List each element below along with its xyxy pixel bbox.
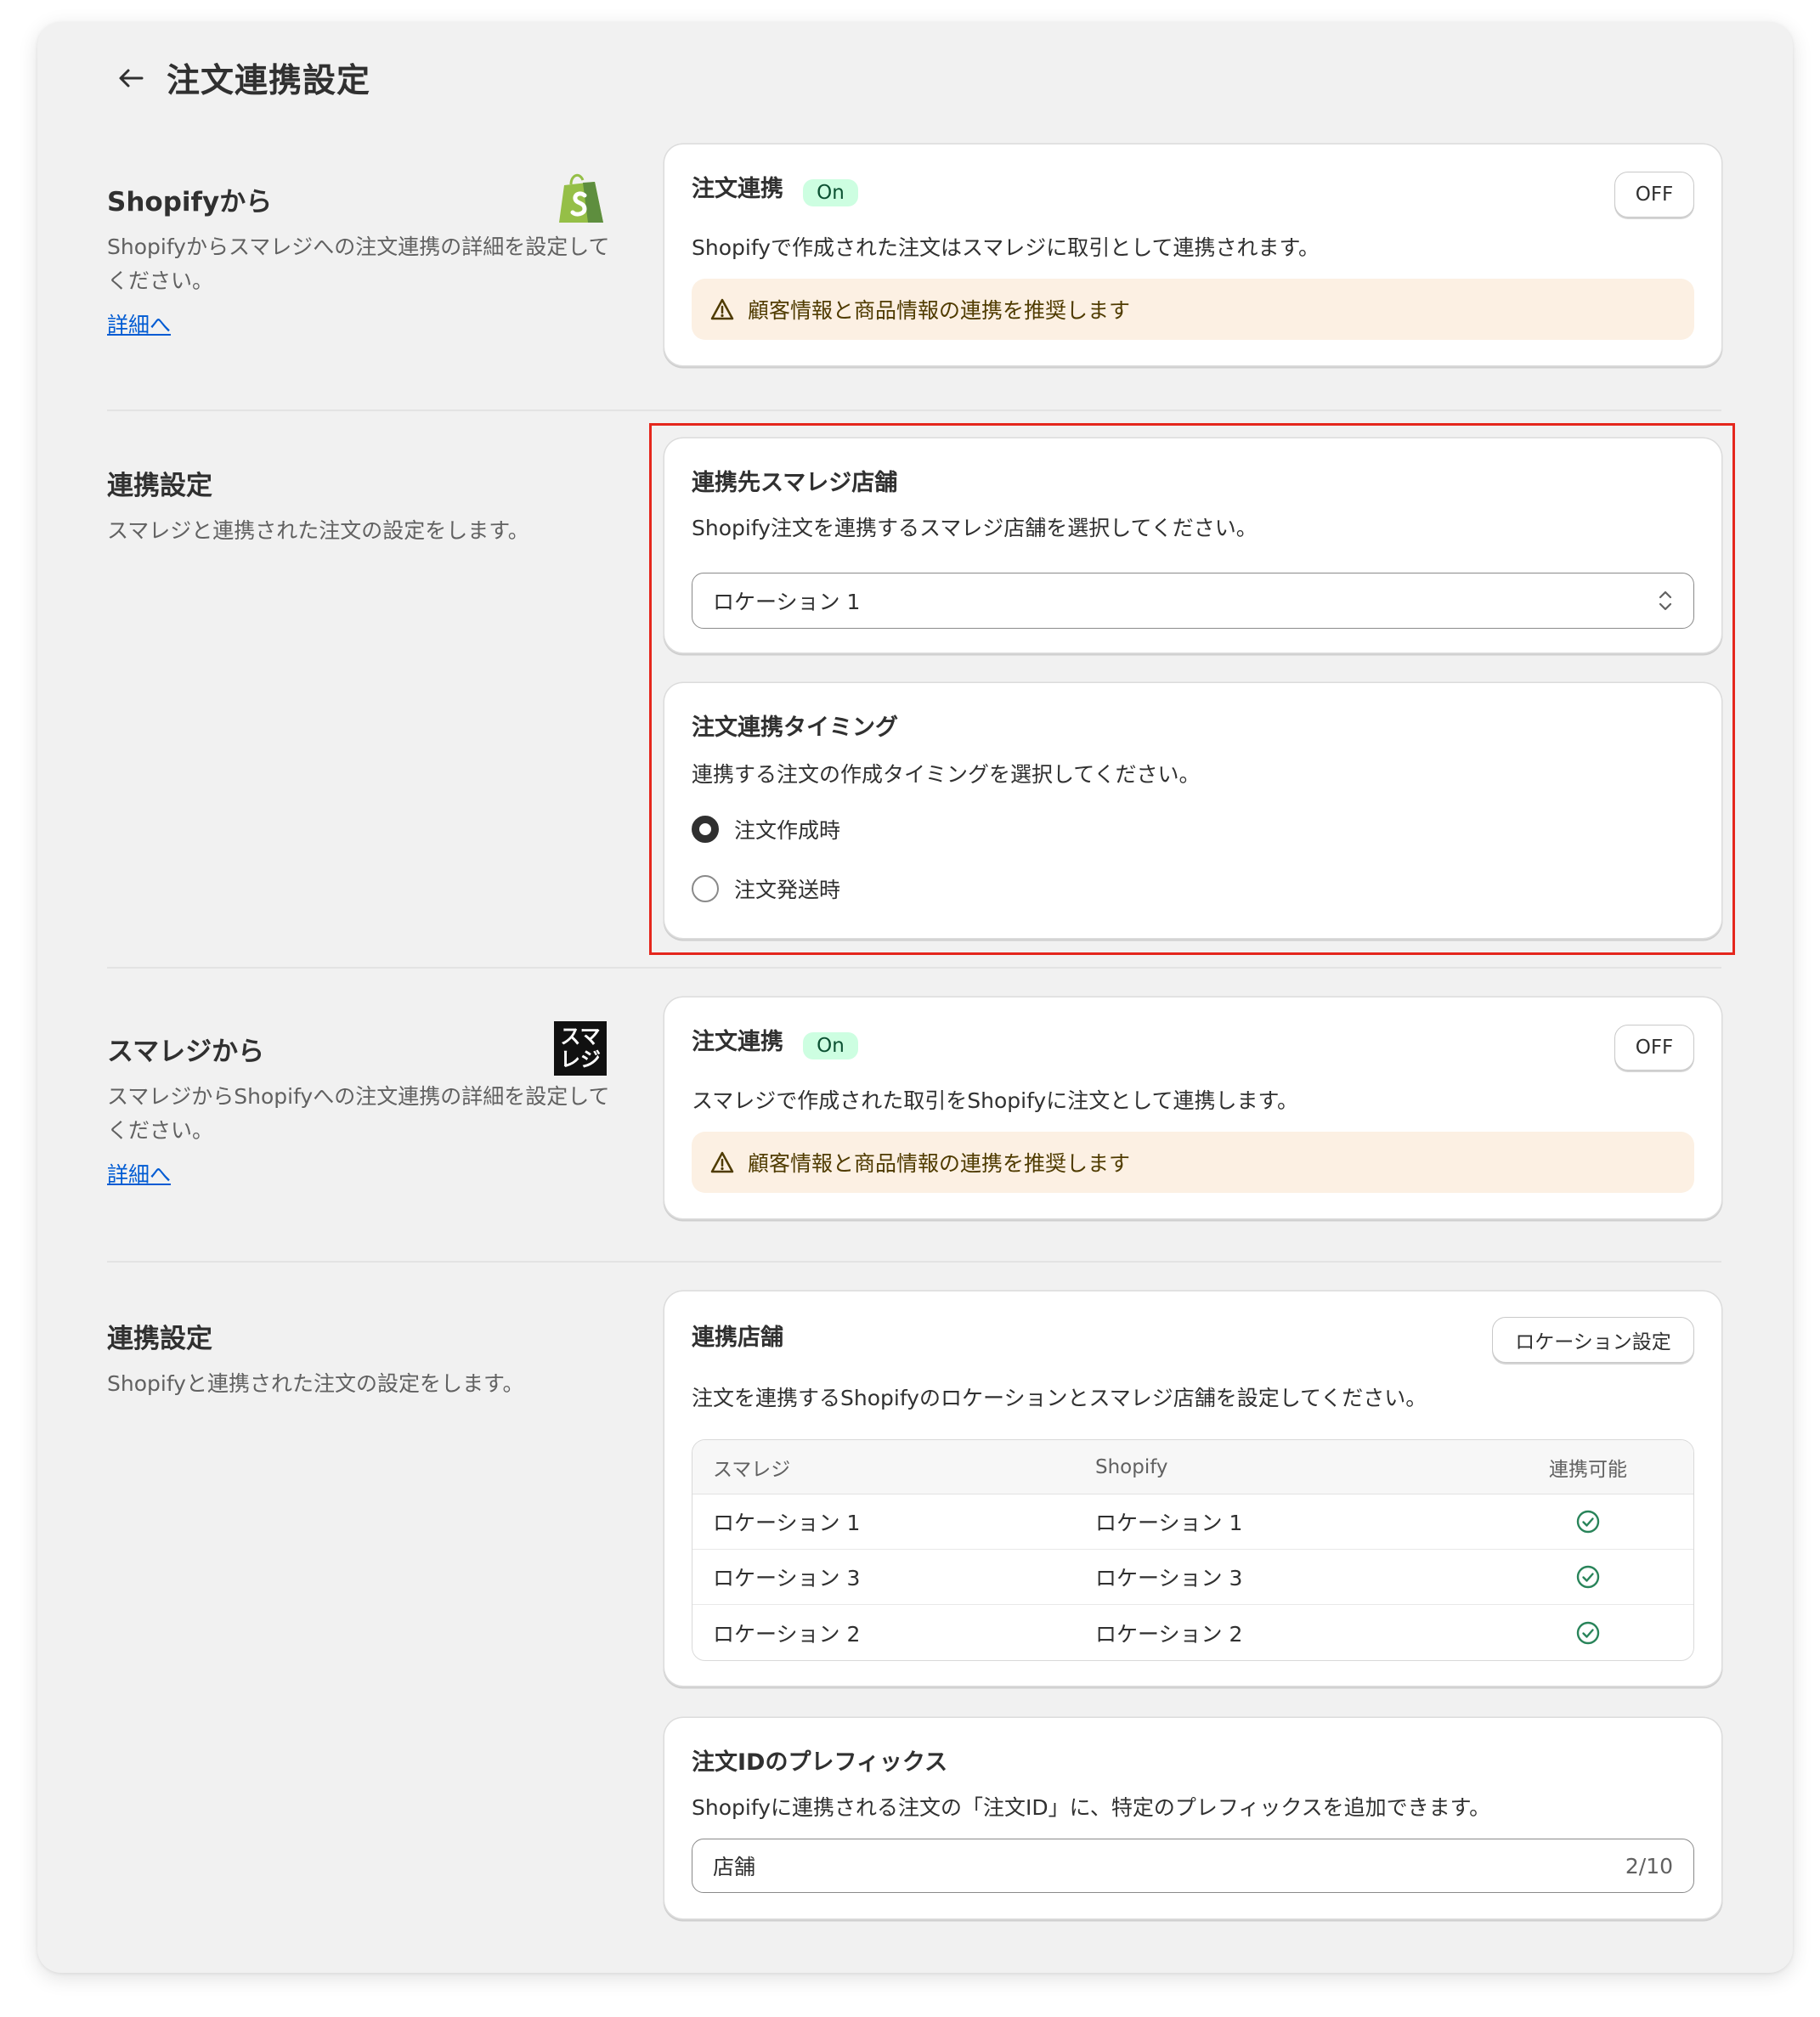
table-cell: ロケーション 3 <box>713 1566 861 1590</box>
section-title: Shopifyから <box>107 187 273 218</box>
column-header: スマレジ <box>713 1458 791 1481</box>
back-arrow-icon[interactable] <box>116 63 146 93</box>
divider <box>107 410 1721 411</box>
logo-text: スマレジ <box>560 1025 601 1071</box>
divider <box>107 1261 1721 1263</box>
select-value: ロケーション 1 <box>713 590 861 614</box>
check-circle-icon <box>1483 1509 1693 1534</box>
table-row: ロケーション 1 ロケーション 1 <box>692 1494 1693 1550</box>
check-circle-icon <box>1483 1564 1693 1590</box>
column-header: Shopify <box>1095 1455 1168 1478</box>
warning-icon <box>710 298 734 320</box>
card-description: Shopifyに連携される注文の「注文ID」に、特定のプレフィックスを追加できま… <box>692 1795 1491 1820</box>
table-row: ロケーション 2 ロケーション 2 <box>692 1605 1693 1660</box>
card-title: 注文連携タイミング <box>692 715 898 741</box>
table-cell: ロケーション 1 <box>713 1511 861 1535</box>
table-cell: ロケーション 2 <box>713 1621 861 1647</box>
section-title: 連携設定 <box>107 471 212 501</box>
card-title: 注文IDのプレフィックス <box>692 1749 948 1776</box>
character-counter: 2/10 <box>1625 1853 1673 1879</box>
input-value: 店舗 <box>713 1855 756 1879</box>
status-badge: On <box>803 1031 858 1059</box>
warning-banner: 顧客情報と商品情報の連携を推奨します <box>692 279 1694 340</box>
chevron-up-down-icon <box>1659 590 1672 611</box>
smaregi-section-label: スマレジから スマレジからShopifyへの注文連携の詳細を設定してください。 … <box>107 1030 617 1189</box>
card-title: 注文連携 <box>692 176 783 202</box>
off-button[interactable]: OFF <box>1614 1025 1694 1071</box>
section-description: スマレジと連携された注文の設定をします。 <box>107 518 529 543</box>
store-select[interactable]: ロケーション 1 <box>692 573 1694 629</box>
off-button[interactable]: OFF <box>1614 172 1694 218</box>
column-header: 連携可能 <box>1549 1458 1627 1481</box>
card-description: 連携する注文の作成タイミングを選択してください。 <box>692 762 1201 787</box>
card-title: 連携先スマレジ店舗 <box>692 470 898 496</box>
radio-checked[interactable] <box>692 816 719 843</box>
location-table: スマレジ Shopify 連携可能 ロケーション 1 ロケーション 1 ロケーシ… <box>692 1439 1694 1661</box>
details-link[interactable]: 詳細へ <box>107 1158 171 1189</box>
card-description: スマレジで作成された取引をShopifyに注文として連携します。 <box>692 1088 1298 1113</box>
table-cell: ロケーション 3 <box>1095 1566 1243 1590</box>
shopify-section-label: Shopifyから Shopifyからスマレジへの注文連携の詳細を設定してくださ… <box>107 180 617 339</box>
location-settings-button[interactable]: ロケーション設定 <box>1492 1317 1694 1363</box>
warning-banner: 顧客情報と商品情報の連携を推奨します <box>692 1132 1694 1193</box>
warning-text: 顧客情報と商品情報の連携を推奨します <box>748 298 1131 323</box>
table-cell: ロケーション 1 <box>1095 1511 1243 1535</box>
card-title: 連携店舗 <box>692 1325 783 1351</box>
smaregi-order-sync-card: 注文連携 On OFF スマレジで作成された取引をShopifyに注文として連携… <box>664 997 1721 1218</box>
table-header: スマレジ Shopify 連携可能 <box>692 1440 1693 1494</box>
settings-section-2-label: 連携設定 Shopifyと連携された注文の設定をします。 <box>107 1317 617 1401</box>
details-link[interactable]: 詳細へ <box>107 308 171 339</box>
section-description: Shopifyと連携された注文の設定をします。 <box>107 1371 524 1396</box>
card-description: Shopify注文を連携するスマレジ店舗を選択してください。 <box>692 516 1258 540</box>
order-id-prefix-card: 注文IDのプレフィックス Shopifyに連携される注文の「注文ID」に、特定の… <box>664 1718 1721 1918</box>
section-title: スマレジから <box>107 1037 265 1067</box>
page-header: 注文連携設定 <box>116 53 370 104</box>
store-select-card: 連携先スマレジ店舗 Shopify注文を連携するスマレジ店舗を選択してください。… <box>664 438 1721 653</box>
prefix-input[interactable]: 店舗 2/10 <box>692 1839 1694 1893</box>
section-description: Shopifyからスマレジへの注文連携の詳細を設定してください。 <box>107 234 610 293</box>
smaregi-logo-icon: スマレジ <box>554 1021 607 1076</box>
divider <box>107 967 1721 969</box>
warning-icon <box>710 1151 734 1173</box>
radio-label: 注文作成時 <box>734 818 841 843</box>
page-title: 注文連携設定 <box>167 62 371 100</box>
warning-text: 顧客情報と商品情報の連携を推奨します <box>748 1151 1131 1176</box>
card-description: Shopifyで作成された注文はスマレジに取引として連携されます。 <box>692 235 1320 260</box>
radio-unchecked[interactable] <box>692 875 719 902</box>
shopify-order-sync-card: 注文連携 On OFF Shopifyで作成された注文はスマレジに取引として連携… <box>664 144 1721 365</box>
section-description: スマレジからShopifyへの注文連携の詳細を設定してください。 <box>107 1084 610 1143</box>
shopify-logo-icon <box>552 170 608 229</box>
section-title: 連携設定 <box>107 1324 212 1354</box>
radio-option-order-created[interactable]: 注文作成時 <box>692 814 840 845</box>
linked-stores-card: 連携店舗 ロケーション設定 注文を連携するShopifyのロケーションとスマレジ… <box>664 1291 1721 1686</box>
card-description: 注文を連携するShopifyのロケーションとスマレジ店舗を設定してください。 <box>692 1386 1427 1410</box>
card-title: 注文連携 <box>692 1029 783 1055</box>
check-circle-icon <box>1483 1620 1693 1646</box>
table-cell: ロケーション 2 <box>1095 1621 1243 1647</box>
radio-label: 注文発送時 <box>734 878 841 902</box>
settings-section-label: 連携設定 スマレジと連携された注文の設定をします。 <box>107 464 617 548</box>
status-badge: On <box>803 178 858 206</box>
radio-option-order-shipped[interactable]: 注文発送時 <box>692 873 840 904</box>
timing-card: 注文連携タイミング 連携する注文の作成タイミングを選択してください。 注文作成時… <box>664 683 1721 938</box>
table-row: ロケーション 3 ロケーション 3 <box>692 1550 1693 1605</box>
